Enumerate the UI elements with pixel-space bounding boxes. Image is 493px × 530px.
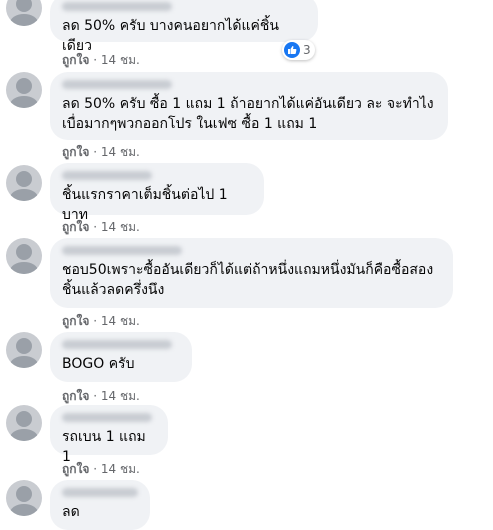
comment-text: BOGO ครับ xyxy=(62,356,135,372)
avatar[interactable] xyxy=(6,0,42,26)
separator: · xyxy=(93,145,101,159)
timestamp[interactable]: 14 ชม. xyxy=(101,314,140,328)
comment-bubble: รถเบน 1 แถม 1 xyxy=(50,405,168,465)
timestamp[interactable]: 14 ชม. xyxy=(101,462,140,476)
timestamp[interactable]: 14 ชม. xyxy=(101,220,140,234)
separator: · xyxy=(93,53,101,67)
comment-actions: ถูกใจ · 14 ชม. xyxy=(62,460,140,479)
comment-text: ลด 50% ครับ บางคนอยากได้แค่ชิ้นเดียว xyxy=(62,18,279,54)
comment-bubble: ลด 50% ครับ บางคนอยากได้แค่ชิ้นเดียว xyxy=(50,0,318,54)
author-name[interactable] xyxy=(62,246,182,255)
author-name[interactable] xyxy=(62,171,152,180)
comment-actions: ถูกใจ · 14 ชม. xyxy=(62,51,140,70)
avatar[interactable] xyxy=(6,238,42,274)
avatar[interactable] xyxy=(6,405,42,441)
comment-text: ลด xyxy=(62,504,80,520)
author-name[interactable] xyxy=(62,340,172,349)
separator: · xyxy=(93,220,101,234)
comment-text: ชอบ50เพราะซื้ออันเดียวก็ได้แต่ถ้าหนึ่งแถ… xyxy=(62,262,434,298)
comment-bubble: ลด 50% ครับ ซื้อ 1 แถม 1 ถ้าอยากได้แค่อั… xyxy=(50,72,448,140)
avatar[interactable] xyxy=(6,165,42,201)
comment-actions: ถูกใจ · 14 ชม. xyxy=(62,387,140,406)
author-name[interactable] xyxy=(62,80,172,89)
like-link[interactable]: ถูกใจ xyxy=(62,220,89,234)
comment-bubble: ลด xyxy=(50,480,150,530)
timestamp[interactable]: 14 ชม. xyxy=(101,53,140,67)
timestamp[interactable]: 14 ชม. xyxy=(101,389,140,403)
separator: · xyxy=(93,389,101,403)
comment-actions: ถูกใจ · 14 ชม. xyxy=(62,143,140,162)
separator: · xyxy=(93,462,101,476)
author-name[interactable] xyxy=(62,488,138,497)
reaction-count-text: 3 xyxy=(303,43,311,57)
comment-bubble: BOGO ครับ xyxy=(50,332,192,382)
avatar[interactable] xyxy=(6,480,42,516)
like-link[interactable]: ถูกใจ xyxy=(62,389,89,403)
comment-actions: ถูกใจ · 14 ชม. xyxy=(62,218,140,237)
like-link[interactable]: ถูกใจ xyxy=(62,53,89,67)
comment-bubble: ชอบ50เพราะซื้ออันเดียวก็ได้แต่ถ้าหนึ่งแถ… xyxy=(50,238,453,308)
avatar[interactable] xyxy=(6,332,42,368)
author-name[interactable] xyxy=(62,413,152,422)
like-link[interactable]: ถูกใจ xyxy=(62,314,89,328)
comment-text: ลด 50% ครับ ซื้อ 1 แถม 1 ถ้าอยากได้แค่อั… xyxy=(62,96,434,132)
reaction-count[interactable]: 3 xyxy=(282,40,315,60)
author-name[interactable] xyxy=(62,2,172,11)
like-link[interactable]: ถูกใจ xyxy=(62,462,89,476)
avatar[interactable] xyxy=(6,72,42,108)
comment-bubble: ชิ้นแรกราคาเต็มชิ้นต่อไป 1 บาท xyxy=(50,163,264,223)
timestamp[interactable]: 14 ชม. xyxy=(101,145,140,159)
separator: · xyxy=(93,314,101,328)
thumbs-up-icon xyxy=(284,42,300,58)
like-link[interactable]: ถูกใจ xyxy=(62,145,89,159)
comment-actions: ถูกใจ · 14 ชม. xyxy=(62,312,140,331)
